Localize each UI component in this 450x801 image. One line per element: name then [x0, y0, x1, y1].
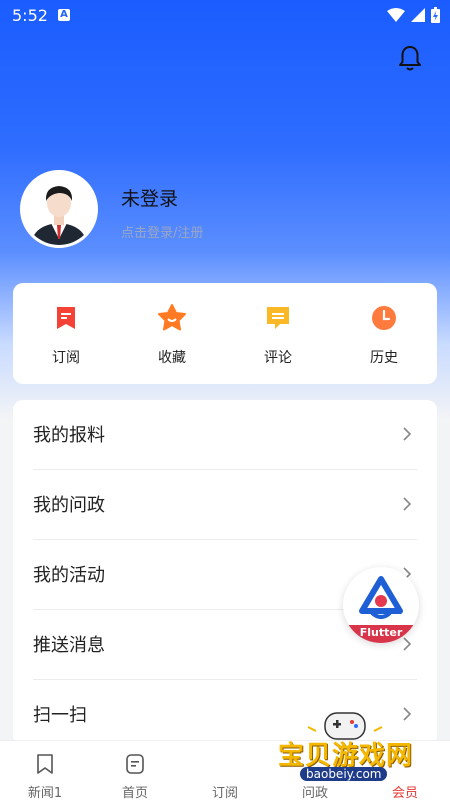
tab-label: 首页 [121, 786, 148, 801]
quick-action-history[interactable]: 历史 [331, 283, 437, 384]
wifi-icon [387, 8, 405, 22]
subscribe-icon [57, 307, 75, 329]
site-watermark: 宝贝游戏网 baobeiy.com [270, 705, 420, 795]
battery-icon [431, 7, 440, 23]
document-icon [126, 754, 144, 774]
status-bar: 5:52 A [0, 0, 450, 32]
clock-icon [372, 306, 396, 330]
quick-actions-card: 订阅 收藏 评论 历史 [13, 283, 437, 384]
status-icons [387, 7, 440, 23]
tab-news[interactable]: 新闻1 [0, 741, 90, 801]
quick-action-comments[interactable]: 评论 [225, 283, 331, 384]
flutter-logo-icon [359, 576, 403, 619]
quick-action-label: 历史 [370, 350, 398, 366]
user-name[interactable]: 未登录 [121, 184, 178, 211]
tab-label: 订阅 [211, 786, 238, 801]
menu-item-label: 我的报料 [33, 425, 105, 446]
quick-action-label: 评论 [264, 350, 292, 366]
flutter-label: Flutter [343, 625, 419, 643]
app-notification-icon: A [58, 9, 70, 21]
notification-bell-icon[interactable] [396, 44, 424, 72]
quick-action-label: 收藏 [158, 350, 186, 366]
login-register-link[interactable]: 点击登录/注册 [121, 222, 203, 241]
menu-item-label: 我的活动 [33, 565, 105, 586]
menu-item-my-reports[interactable]: 我的报料 [33, 400, 417, 470]
signal-icon [411, 8, 425, 22]
menu-item-label: 我的问政 [33, 495, 105, 516]
chevron-right-icon [403, 497, 412, 511]
menu-item-label: 推送消息 [33, 635, 105, 656]
menu-item-label: 扫一扫 [33, 705, 87, 726]
chevron-right-icon [403, 427, 412, 441]
quick-action-subscribe[interactable]: 订阅 [13, 283, 119, 384]
status-time: 5:52 [12, 6, 48, 25]
comment-icon [267, 307, 289, 329]
menu-item-my-inquiries[interactable]: 我的问政 [33, 470, 417, 540]
tab-label: 新闻1 [27, 786, 63, 801]
star-icon [158, 304, 186, 331]
avatar[interactable] [20, 170, 98, 248]
quick-action-label: 订阅 [52, 350, 80, 366]
flutter-floating-button[interactable]: Flutter [343, 567, 419, 643]
tab-home[interactable]: 首页 [90, 741, 180, 801]
quick-action-favorites[interactable]: 收藏 [119, 283, 225, 384]
watermark-domain: baobeiy.com [300, 767, 388, 781]
tab-subscribe[interactable]: 订阅 [180, 741, 270, 801]
bookmark-icon [37, 754, 53, 774]
default-avatar-icon [23, 173, 95, 245]
